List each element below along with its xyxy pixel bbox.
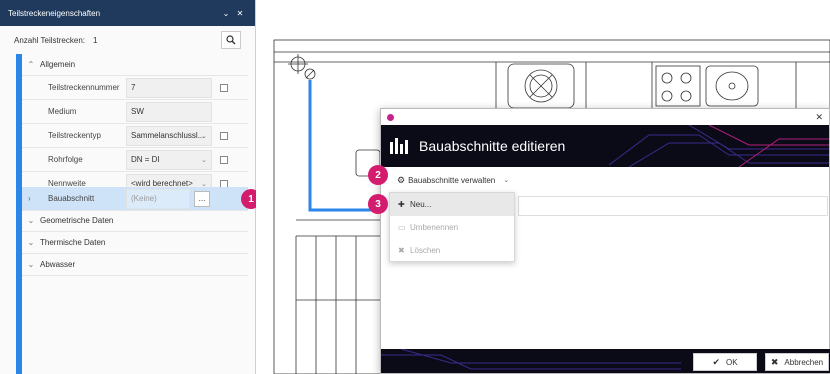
group-label: Abwasser bbox=[40, 260, 76, 269]
chevron-down-icon: ⌄ bbox=[201, 132, 207, 140]
circuit-decoration bbox=[609, 125, 829, 167]
group-geometric[interactable]: ⌄ Geometrische Daten bbox=[22, 210, 248, 232]
manage-label: Bauabschnitte verwalten bbox=[408, 175, 496, 185]
dialog-toolbar: ⚙ Bauabschnitte verwalten ⌄ bbox=[381, 167, 829, 193]
count-value: 1 bbox=[93, 35, 98, 45]
dialog-title: Bauabschnitte editieren bbox=[419, 138, 566, 154]
close-icon: ✖ bbox=[770, 356, 779, 367]
properties-panel: Teilstreckeneigenschaften ⌄ ✕ Anzahl Tei… bbox=[0, 0, 256, 374]
prop-dropdown[interactable]: DN = DI ⌄ bbox=[126, 149, 212, 170]
sections-logo-icon bbox=[390, 138, 408, 154]
gear-icon: ⚙ bbox=[397, 174, 406, 185]
close-icon[interactable]: ✕ bbox=[815, 112, 823, 123]
panel-titlebar: Teilstreckeneigenschaften ⌄ ✕ bbox=[0, 0, 255, 26]
rename-icon: ▭ bbox=[398, 223, 406, 232]
prop-row-medium: Medium SW bbox=[22, 100, 248, 124]
dialog-footer: ✔ OK ✖ Abbrechen bbox=[381, 349, 830, 373]
checkmark-icon: ✔ bbox=[712, 356, 720, 367]
chevron-down-icon: ⌄ bbox=[27, 216, 35, 225]
prop-row-teilstreckentyp: Teilstreckentyp Sammelanschlussl... ⌄ bbox=[22, 124, 248, 148]
circuit-decoration bbox=[381, 349, 681, 370]
browse-button[interactable]: ... bbox=[194, 190, 210, 207]
chevron-down-icon: ⌄ bbox=[503, 177, 510, 184]
prop-value: Sammelanschlussl... bbox=[131, 131, 205, 140]
chevron-down-icon[interactable]: ⌄ bbox=[219, 9, 233, 18]
menu-item-rename[interactable]: ▭ Umbenennen bbox=[390, 216, 514, 239]
panel-title: Teilstreckeneigenschaften bbox=[8, 8, 101, 18]
chevron-up-icon: ⌃ bbox=[27, 60, 35, 69]
group-label: Allgemein bbox=[40, 60, 76, 69]
menu-item-delete[interactable]: ✖ Löschen bbox=[390, 239, 514, 262]
ok-button[interactable]: ✔ OK bbox=[693, 353, 757, 371]
ok-label: OK bbox=[725, 357, 738, 367]
manage-menu: ✚ Neu... ▭ Umbenennen ✖ Löschen bbox=[389, 192, 515, 262]
menu-item-label: Neu... bbox=[410, 200, 432, 209]
prop-value[interactable]: 7 bbox=[126, 77, 212, 98]
prop-checkbox[interactable] bbox=[220, 83, 228, 92]
prop-value[interactable]: (Keine) bbox=[126, 188, 190, 209]
dialog-titlebar: ✕ bbox=[381, 109, 829, 125]
dialog-header: Bauabschnitte editieren bbox=[381, 125, 829, 167]
group-waste[interactable]: ⌄ Abwasser bbox=[22, 254, 248, 276]
cancel-button[interactable]: ✖ Abbrechen bbox=[765, 353, 829, 371]
plus-icon: ✚ bbox=[398, 200, 405, 209]
close-icon[interactable]: ✕ bbox=[233, 9, 247, 18]
prop-row-bauabschnitt[interactable]: › Bauabschnitt (Keine) ... bbox=[22, 187, 248, 211]
chevron-down-icon: ⌄ bbox=[27, 260, 35, 269]
group-label: Geometrische Daten bbox=[40, 216, 114, 225]
pipe-path bbox=[308, 80, 380, 212]
prop-name: Teilstreckennummer bbox=[48, 83, 120, 92]
menu-item-label: Umbenennen bbox=[410, 223, 459, 232]
chevron-right-icon[interactable]: › bbox=[28, 194, 31, 203]
sections-list[interactable] bbox=[518, 196, 828, 216]
prop-checkbox[interactable] bbox=[220, 131, 228, 140]
search-button[interactable] bbox=[221, 31, 241, 49]
delete-icon: ✖ bbox=[398, 246, 405, 255]
prop-value[interactable]: SW bbox=[126, 101, 212, 122]
search-icon bbox=[226, 35, 236, 45]
chevron-down-icon: ⌄ bbox=[27, 238, 35, 247]
step-badge-2: 2 bbox=[368, 165, 388, 185]
prop-row-teilstreckennummer: Teilstreckennummer 7 bbox=[22, 76, 248, 100]
prop-name: Medium bbox=[48, 107, 77, 116]
app-icon bbox=[387, 113, 394, 121]
cancel-label: Abbrechen bbox=[784, 357, 824, 367]
count-label: Anzahl Teilstrecken: bbox=[14, 35, 85, 45]
menu-item-new[interactable]: ✚ Neu... bbox=[390, 193, 514, 216]
chevron-down-icon: ⌄ bbox=[201, 156, 207, 164]
prop-name: Teilstreckentyp bbox=[48, 131, 101, 140]
step-badge-3: 3 bbox=[368, 194, 388, 214]
prop-name: Rohrfolge bbox=[48, 155, 83, 164]
menu-item-label: Löschen bbox=[410, 246, 441, 255]
prop-checkbox[interactable] bbox=[220, 155, 228, 164]
prop-dropdown[interactable]: Sammelanschlussl... ⌄ bbox=[126, 125, 212, 146]
count-row: Anzahl Teilstrecken: 1 bbox=[0, 26, 255, 54]
group-thermal[interactable]: ⌄ Thermische Daten bbox=[22, 232, 248, 254]
manage-sections-button[interactable]: ⚙ Bauabschnitte verwalten ⌄ bbox=[393, 173, 513, 188]
group-general[interactable]: ⌃ Allgemein bbox=[22, 54, 248, 76]
group-label: Thermische Daten bbox=[40, 238, 106, 247]
prop-row-rohrfolge: Rohrfolge DN = DI ⌄ bbox=[22, 148, 248, 172]
prop-name: Bauabschnitt bbox=[48, 194, 95, 203]
prop-value: DN = DI bbox=[131, 155, 160, 164]
